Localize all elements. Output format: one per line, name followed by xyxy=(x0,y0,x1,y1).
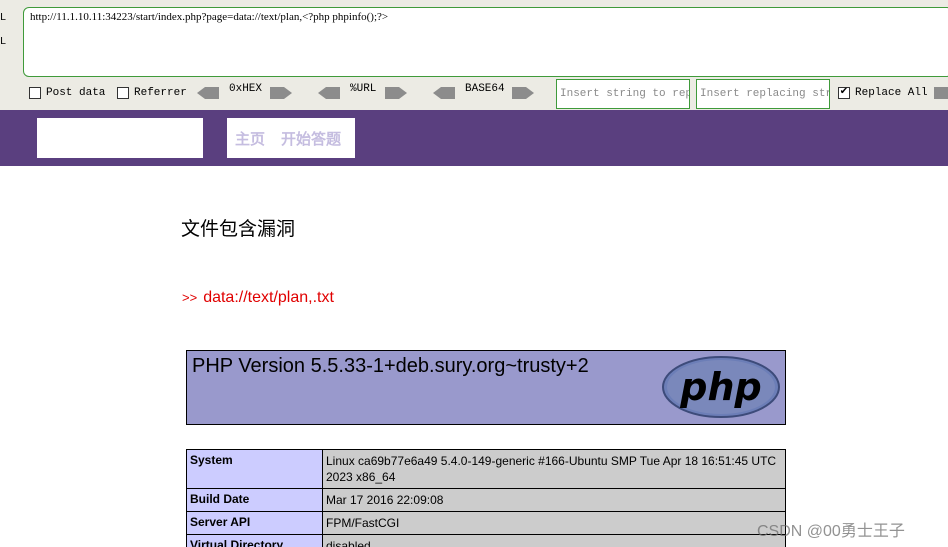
post-data-checkbox[interactable] xyxy=(29,87,41,99)
replace-all-label: Replace All xyxy=(855,87,928,99)
more-arrow-icon[interactable] xyxy=(934,86,948,100)
site-logo-box xyxy=(37,118,203,158)
replace-all-checkbox[interactable]: ✔ xyxy=(838,87,850,99)
url-label: %URL xyxy=(350,83,377,95)
hackbar-toolbar: L L http://11.1.10.11:34223/start/index.… xyxy=(0,0,948,110)
url-decode-arrow-icon[interactable] xyxy=(318,86,340,100)
table-row: Virtual Directory disabled xyxy=(186,534,786,547)
base64-encode-arrow-icon[interactable] xyxy=(512,86,534,100)
post-data-label: Post data xyxy=(46,87,106,99)
included-file-path: >> data://text/plan,.txt xyxy=(182,289,334,307)
csdn-watermark: CSDN @00勇士王子 xyxy=(757,523,905,540)
path-text: data://text/plan,.txt xyxy=(203,289,334,306)
hex-decode-arrow-icon[interactable] xyxy=(197,86,219,100)
row-key: Virtual Directory xyxy=(186,534,323,547)
php-logo-text: php xyxy=(679,365,761,409)
url-encode-arrow-icon[interactable] xyxy=(385,86,407,100)
base64-decode-arrow-icon[interactable] xyxy=(433,86,455,100)
php-logo-icon: php xyxy=(662,356,780,418)
side-label: L xyxy=(0,12,7,23)
nav-home-link[interactable]: 主页 xyxy=(235,128,265,149)
nav-links: 主页 开始答题 xyxy=(227,118,355,158)
row-value: Linux ca69b77e6a49 5.4.0-149-generic #16… xyxy=(322,449,786,489)
table-row: Build Date Mar 17 2016 22:09:08 xyxy=(186,488,786,512)
nav-start-link[interactable]: 开始答题 xyxy=(281,128,341,149)
url-textarea[interactable]: http://11.1.10.11:34223/start/index.php?… xyxy=(23,7,948,77)
referrer-label: Referrer xyxy=(134,87,187,99)
side-label: L xyxy=(0,36,7,47)
row-key: Build Date xyxy=(186,488,323,512)
hackbar-side-labels: L L xyxy=(0,0,22,110)
php-version-title: PHP Version 5.5.33-1+deb.sury.org~trusty… xyxy=(192,355,589,377)
row-key: System xyxy=(186,449,323,489)
phpinfo-table: System Linux ca69b77e6a49 5.4.0-149-gene… xyxy=(186,449,786,547)
insert-replacing-input[interactable]: Insert replacing stri xyxy=(696,79,830,109)
referrer-checkbox[interactable] xyxy=(117,87,129,99)
row-value: Mar 17 2016 22:09:08 xyxy=(322,488,786,512)
post-data-option[interactable]: Post data xyxy=(29,87,105,99)
path-arrows: >> xyxy=(182,290,198,305)
phpinfo-header: PHP Version 5.5.33-1+deb.sury.org~trusty… xyxy=(186,350,786,425)
base64-label: BASE64 xyxy=(465,83,505,95)
row-value: FPM/FastCGI xyxy=(322,511,786,535)
insert-string-input[interactable]: Insert string to repl xyxy=(556,79,690,109)
replace-all-option[interactable]: ✔ Replace All xyxy=(838,87,928,99)
row-value: disabled xyxy=(322,534,786,547)
page-heading: 文件包含漏洞 xyxy=(181,218,296,240)
table-row: Server API FPM/FastCGI xyxy=(186,511,786,535)
table-row: System Linux ca69b77e6a49 5.4.0-149-gene… xyxy=(186,449,786,489)
hex-label: 0xHEX xyxy=(229,83,263,95)
referrer-option[interactable]: Referrer xyxy=(117,87,187,99)
row-key: Server API xyxy=(186,511,323,535)
site-navbar: 主页 开始答题 xyxy=(0,110,948,166)
hex-encode-arrow-icon[interactable] xyxy=(270,86,292,100)
